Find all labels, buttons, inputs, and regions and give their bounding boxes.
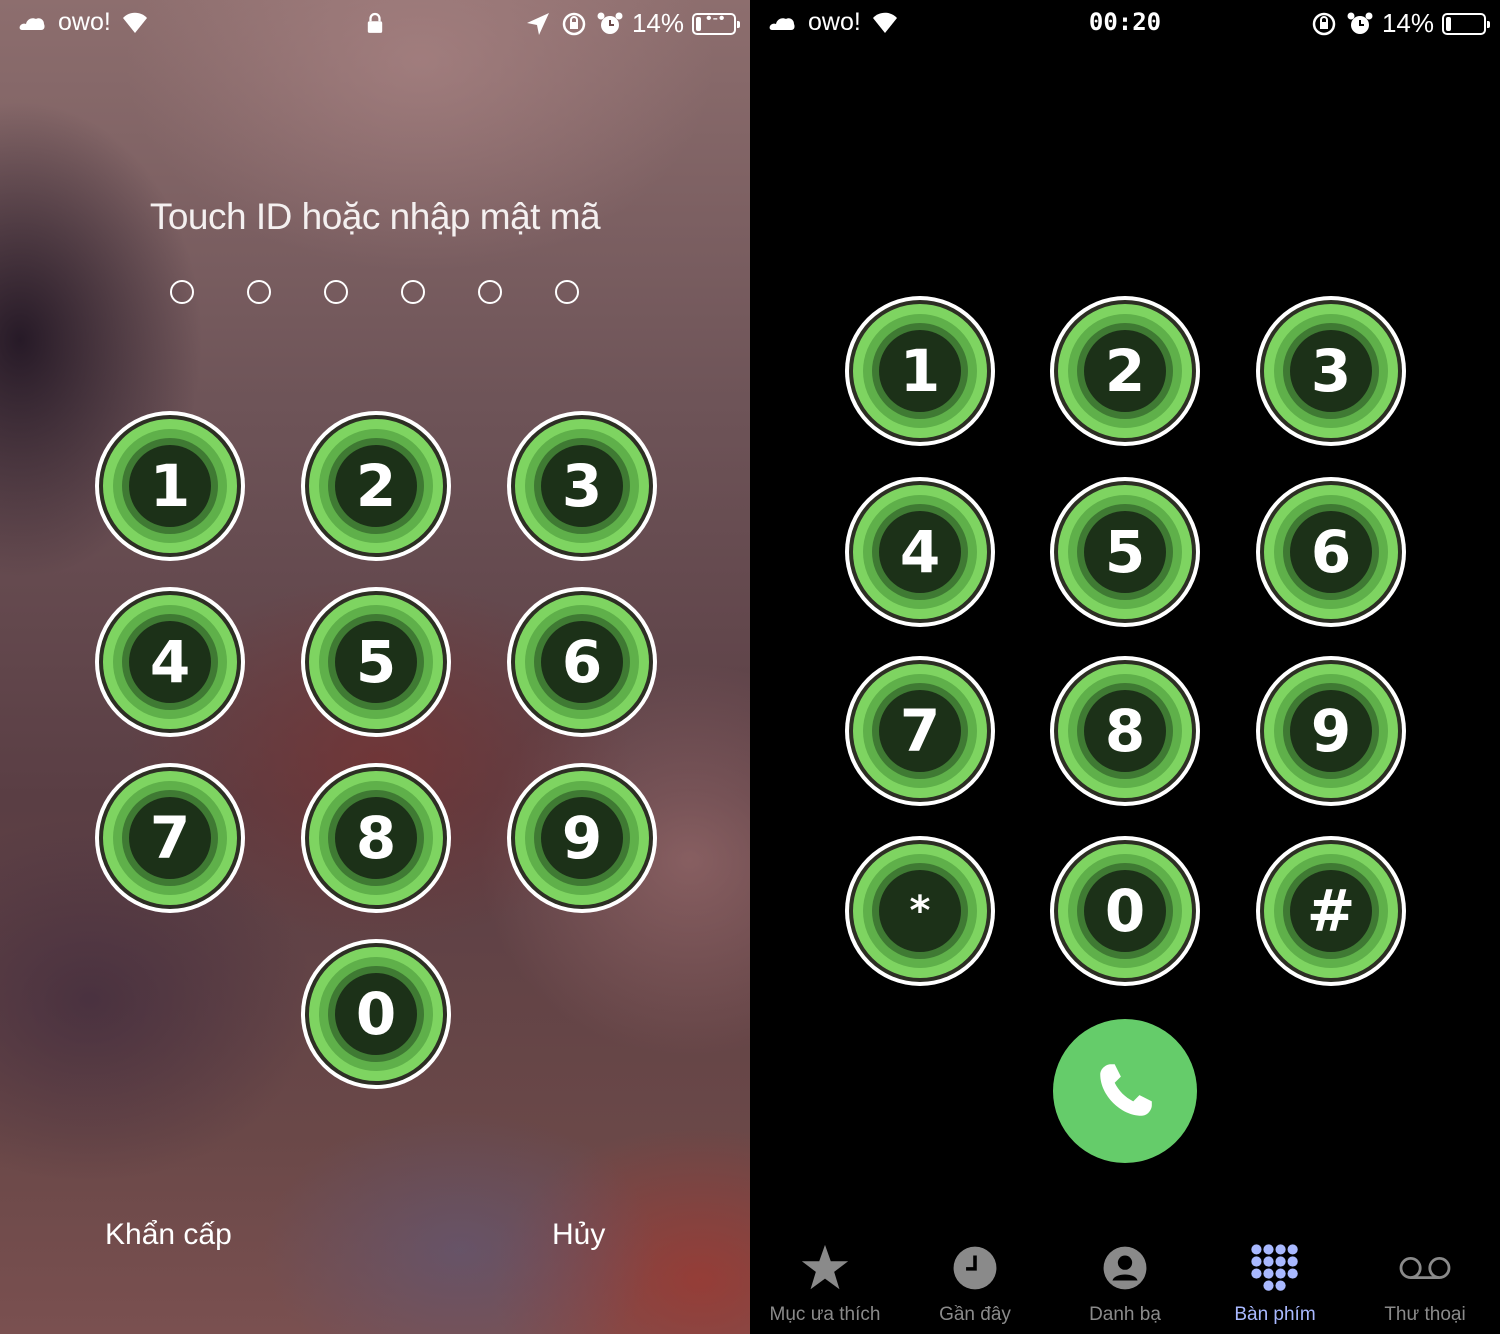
contact-icon — [1103, 1246, 1147, 1290]
key-digit: 3 — [561, 452, 603, 520]
passcode-dots — [170, 280, 579, 304]
key-digit: 6 — [561, 628, 603, 696]
key-digit: 8 — [1104, 697, 1146, 765]
keypad-key[interactable]: 7 — [95, 763, 245, 913]
passcode-dot — [170, 280, 194, 304]
passcode-dot — [401, 280, 425, 304]
tab-recents[interactable]: Gần đây — [900, 1240, 1050, 1334]
keypad-key[interactable]: 7 — [845, 656, 995, 806]
rotation-lock-icon — [1312, 12, 1336, 35]
clock-icon — [953, 1246, 997, 1290]
key-digit: 0 — [1104, 877, 1146, 945]
keypad-key[interactable]: 8 — [301, 763, 451, 913]
keypad-key[interactable]: 5 — [301, 587, 451, 737]
tab-keypad[interactable]: Bàn phím — [1200, 1240, 1350, 1334]
tab-label: Thư thoại — [1384, 1304, 1466, 1325]
keypad-key[interactable]: 8 — [1050, 656, 1200, 806]
key-digit: 2 — [1104, 337, 1146, 405]
tab-label: Bàn phím — [1234, 1304, 1316, 1325]
key-digit: # — [1306, 877, 1356, 945]
phone-icon — [1100, 1064, 1152, 1116]
battery-percent: 14% — [1381, 8, 1434, 38]
tab-label: Gần đây — [939, 1304, 1011, 1325]
keypad-key[interactable]: 1 — [95, 411, 245, 561]
carrier-name: owo! — [58, 8, 111, 36]
lock-icon — [367, 12, 383, 33]
dialer-panel: owo! 00:20 14% 1 2 3 4 5 6 7 8 9 * 0 # Mục ưa thích — [750, 0, 1500, 1334]
key-digit: 5 — [355, 628, 397, 696]
cancel-button[interactable]: Hủy — [552, 1218, 605, 1252]
tab-contacts[interactable]: Danh bạ — [1050, 1240, 1200, 1334]
key-digit: * — [909, 888, 931, 934]
battery-icon — [1442, 12, 1490, 35]
key-digit: 3 — [1310, 337, 1352, 405]
key-digit: 4 — [149, 628, 191, 696]
keypad-key[interactable]: 3 — [507, 411, 657, 561]
keypad-key[interactable]: 9 — [507, 763, 657, 913]
keypad-key[interactable]: 0 — [1050, 836, 1200, 986]
key-digit: 6 — [1310, 518, 1352, 586]
keypad-key[interactable]: 2 — [301, 411, 451, 561]
passcode-dot — [478, 280, 502, 304]
alarm-icon — [1347, 12, 1373, 34]
tab-favorites[interactable]: Mục ưa thích — [750, 1240, 900, 1334]
tab-label: Danh bạ — [1089, 1304, 1161, 1325]
key-digit: 9 — [561, 804, 603, 872]
keypad-icon — [1251, 1244, 1298, 1291]
keypad-key[interactable]: 3 — [1256, 296, 1406, 446]
passcode-dot — [324, 280, 348, 304]
call-button[interactable] — [1053, 1019, 1197, 1163]
passcode-prompt: Touch ID hoặc nhập mật mã — [149, 196, 601, 237]
key-digit: 0 — [355, 980, 397, 1048]
voicemail-icon — [1399, 1257, 1451, 1279]
keypad-key[interactable]: 9 — [1256, 656, 1406, 806]
key-digit: 1 — [899, 337, 941, 405]
keypad-key[interactable]: 4 — [95, 587, 245, 737]
emergency-button[interactable]: Khẩn cấp — [105, 1218, 232, 1252]
location-icon — [526, 12, 549, 35]
tab-voicemail[interactable]: Thư thoại — [1350, 1240, 1500, 1334]
keypad-key[interactable]: 6 — [507, 587, 657, 737]
key-digit: 1 — [149, 452, 191, 520]
keypad-key[interactable]: 2 — [1050, 296, 1200, 446]
alarm-icon — [597, 12, 623, 34]
keypad-key[interactable]: 0 — [301, 939, 451, 1089]
keypad-key[interactable]: 6 — [1256, 477, 1406, 627]
star-icon — [801, 1244, 849, 1290]
key-digit: 8 — [355, 804, 397, 872]
tab-label: Mục ưa thích — [769, 1304, 881, 1325]
key-digit: 7 — [899, 697, 941, 765]
key-digit: 2 — [355, 452, 397, 520]
key-digit: 9 — [1310, 697, 1352, 765]
keypad-key[interactable]: 5 — [1050, 477, 1200, 627]
rotation-lock-icon — [562, 12, 586, 35]
status-bar: owo! 00:20 14% — [750, 0, 1500, 46]
keypad-key[interactable]: # — [1256, 836, 1406, 986]
battery-icon: •-• — [692, 10, 740, 35]
wifi-icon — [122, 12, 147, 33]
passcode-dot — [247, 280, 271, 304]
cloud-icon — [19, 17, 45, 30]
tab-bar: Mục ưa thích Gần đây Danh bạ Bàn phím Th… — [750, 1240, 1500, 1334]
key-digit: 4 — [899, 518, 941, 586]
keypad-key[interactable]: * — [845, 836, 995, 986]
key-digit: 7 — [149, 804, 191, 872]
key-digit: 5 — [1104, 518, 1146, 586]
keypad-key[interactable]: 4 — [845, 477, 995, 627]
passcode-dot — [555, 280, 579, 304]
lock-screen-panel: owo! 14% •-• Touch ID hoặc nhập mật mã 1… — [0, 0, 750, 1334]
battery-percent: 14% — [631, 8, 684, 38]
keypad-key[interactable]: 1 — [845, 296, 995, 446]
status-bar: owo! 14% •-• — [0, 0, 750, 46]
